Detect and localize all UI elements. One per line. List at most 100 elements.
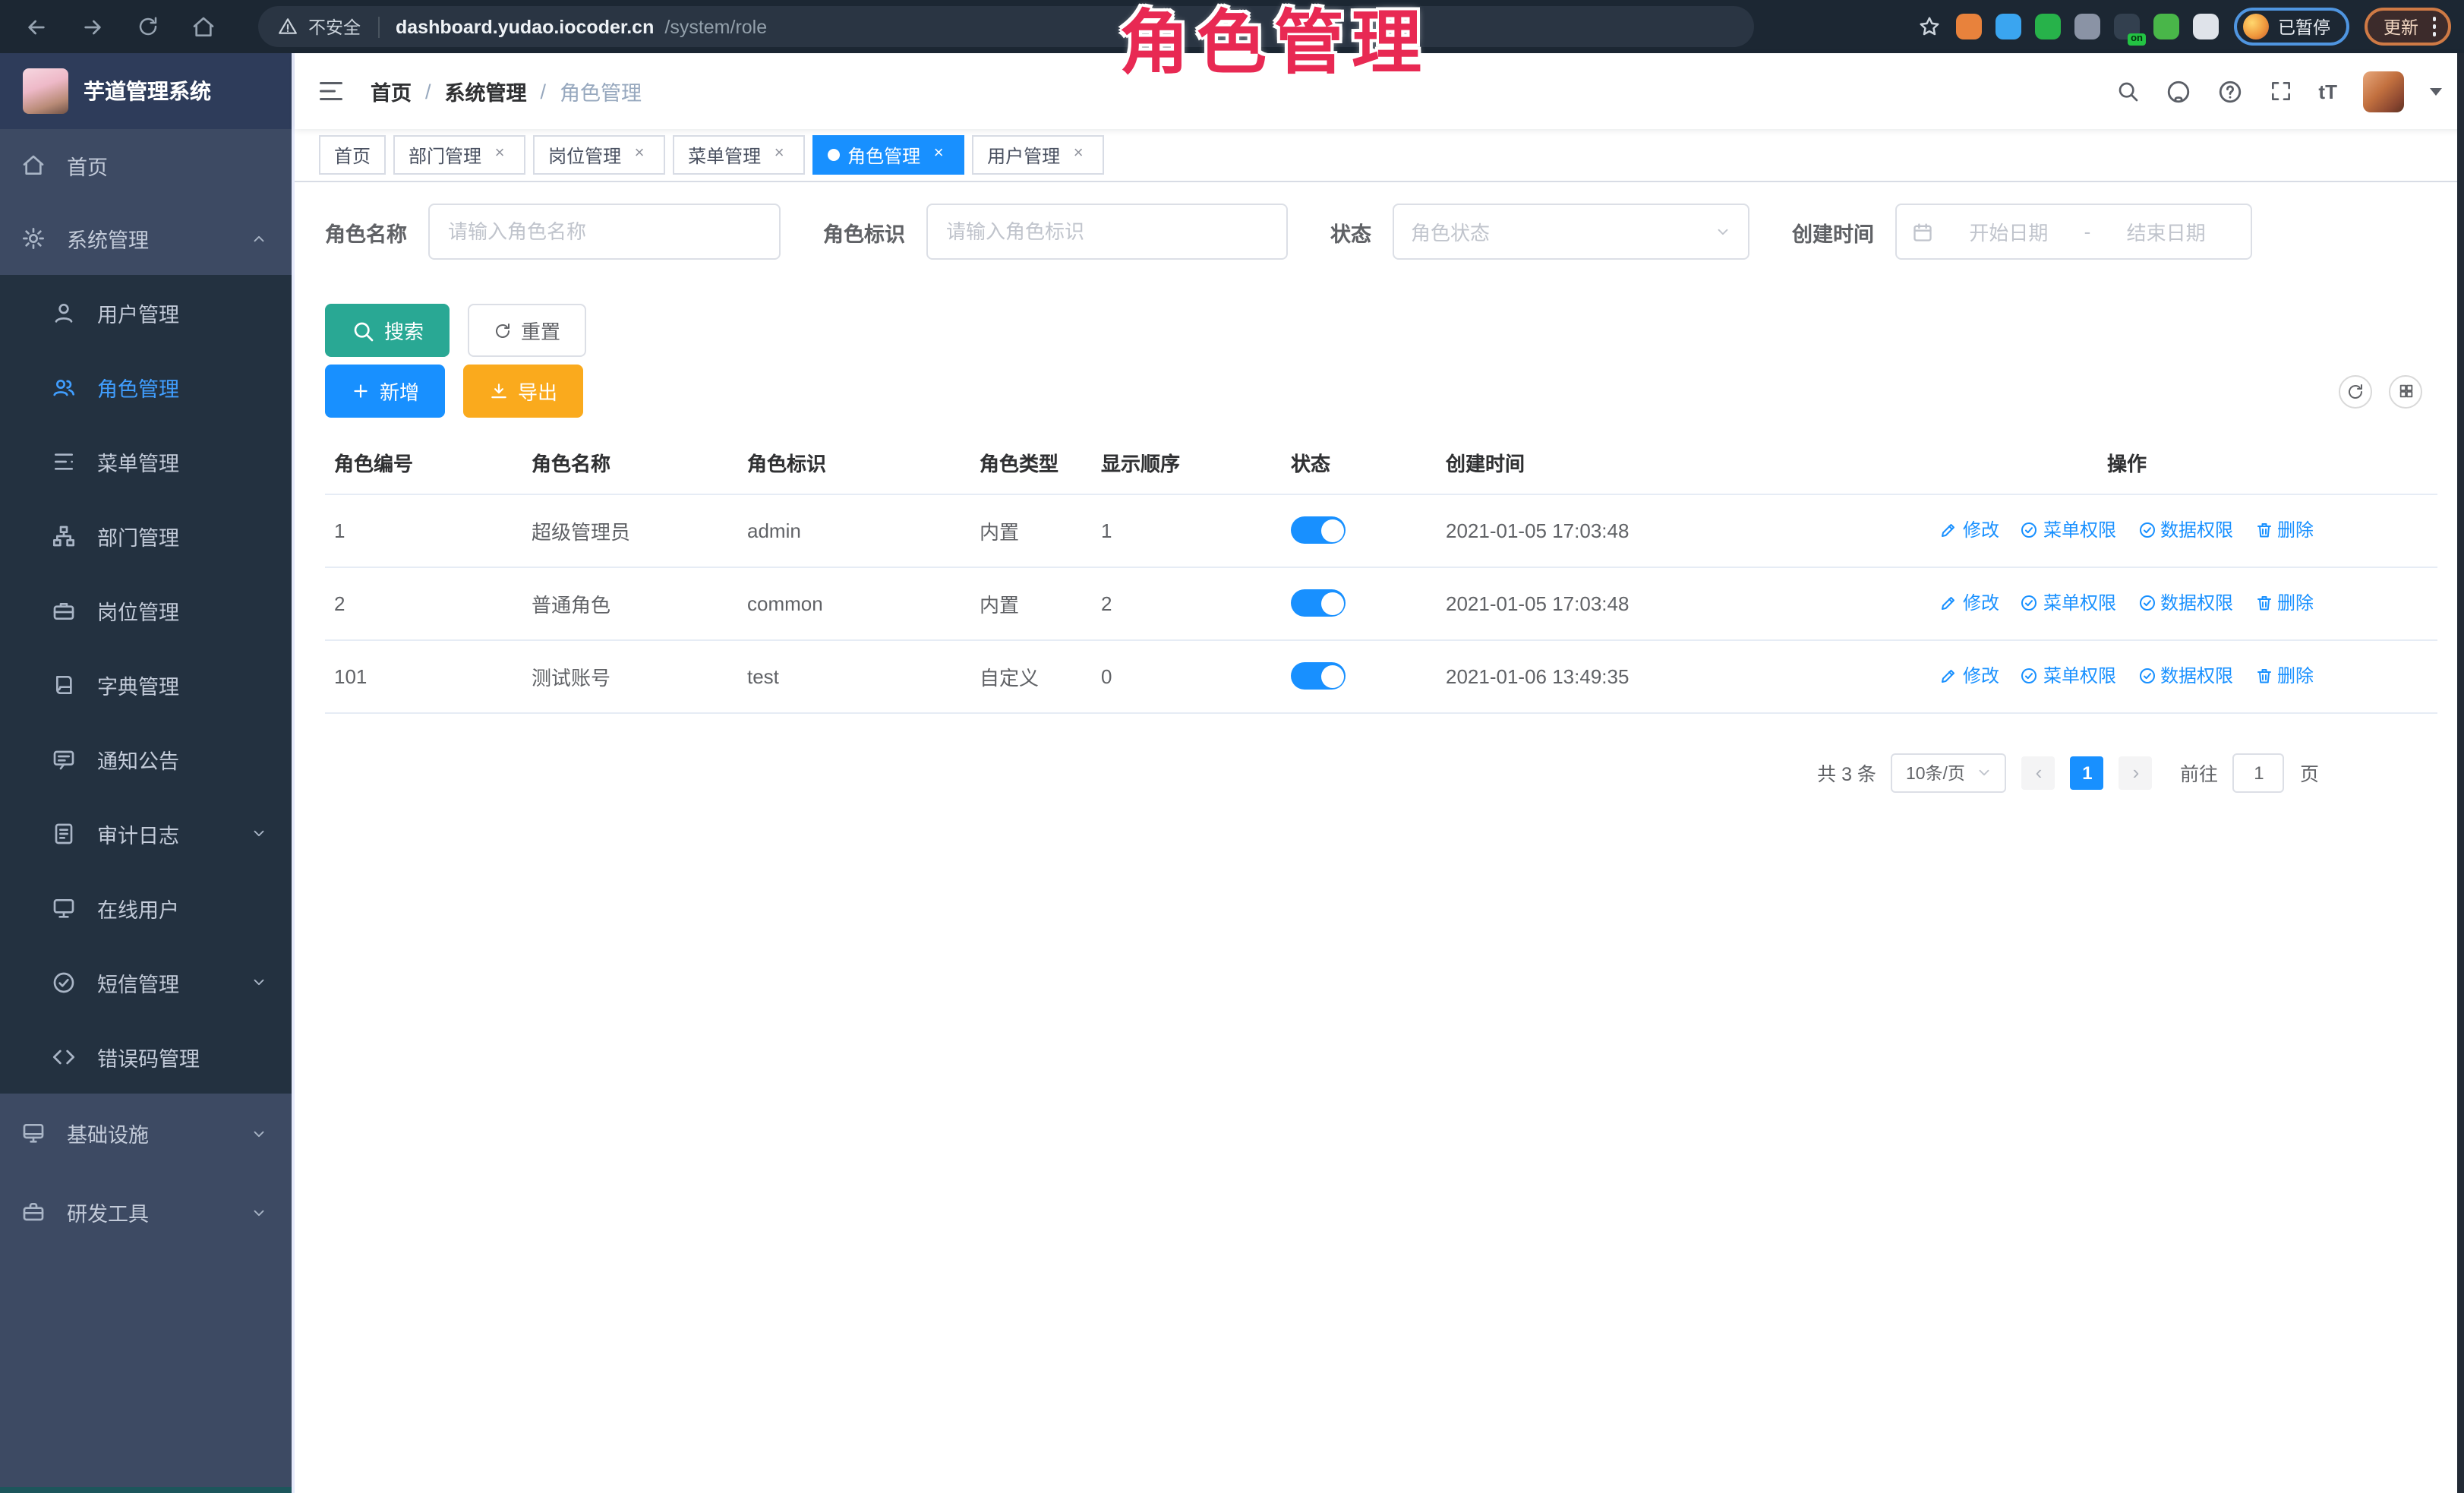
sidebar-item-dept[interactable]: 部门管理 [0, 498, 292, 573]
tab-close-icon[interactable]: × [489, 144, 510, 166]
github-icon[interactable] [2165, 78, 2191, 104]
tab-menu[interactable]: 菜单管理× [673, 135, 805, 175]
sidebar-item-role[interactable]: 角色管理 [0, 349, 292, 424]
sidebar-item-dict[interactable]: 字典管理 [0, 647, 292, 721]
extension-badge: on [2128, 33, 2146, 46]
not-secure-warning-icon [278, 17, 298, 36]
sidebar-item-user[interactable]: 用户管理 [0, 275, 292, 349]
extension-icon[interactable] [2074, 14, 2100, 39]
search-button[interactable]: 搜索 [325, 304, 450, 357]
breadcrumb-system[interactable]: 系统管理 [445, 76, 527, 106]
peoples-icon [52, 374, 76, 399]
tab-role[interactable]: 角色管理× [812, 135, 964, 175]
avatar-caret-icon[interactable] [2430, 87, 2442, 95]
delete-link[interactable]: 删除 [2254, 590, 2314, 616]
tab-home[interactable]: 首页 [319, 135, 386, 175]
tab-close-icon[interactable]: × [629, 144, 650, 166]
download-icon [489, 381, 509, 401]
role-key-input[interactable] [926, 204, 1288, 260]
page-scrollbar[interactable] [2457, 53, 2464, 1493]
sync-paused-chip[interactable]: 已暂停 [2234, 8, 2349, 46]
sidebar-item-post[interactable]: 岗位管理 [0, 573, 292, 647]
tab-post[interactable]: 岗位管理× [533, 135, 665, 175]
sidebar-item-home[interactable]: 首页 [0, 129, 292, 202]
table-refresh-button[interactable] [2339, 374, 2372, 408]
dict-icon [52, 672, 76, 696]
extension-icon[interactable] [1956, 14, 1982, 39]
goto-unit-label: 页 [2300, 758, 2319, 787]
tab-close-icon[interactable]: × [928, 144, 949, 166]
header-search-icon[interactable] [2115, 79, 2139, 103]
sidebar-item-system[interactable]: 系统管理 [0, 202, 292, 275]
cell-actions: 修改菜单权限数据权限删除 [1816, 639, 2437, 712]
breadcrumb-home[interactable]: 首页 [371, 76, 412, 106]
status-toggle[interactable] [1291, 589, 1346, 617]
role-name-input[interactable] [428, 204, 781, 260]
delete-link[interactable]: 删除 [2254, 663, 2314, 689]
app-logo-row[interactable]: 芋道管理系统 [0, 53, 292, 129]
sidebar-item-label: 短信管理 [97, 967, 229, 997]
menu-perm-link[interactable]: 菜单权限 [2021, 663, 2116, 689]
page-1-button[interactable]: 1 [2071, 756, 2104, 789]
forward-icon[interactable] [80, 14, 105, 39]
cell-name: 普通角色 [522, 567, 738, 639]
sidebar-item-notice[interactable]: 通知公告 [0, 721, 292, 796]
column-settings-button[interactable] [2389, 374, 2422, 408]
goto-page-input[interactable] [2233, 753, 2285, 792]
sidebar-item-error-code[interactable]: 错误码管理 [0, 1019, 292, 1094]
tab-dept[interactable]: 部门管理× [393, 135, 525, 175]
font-size-icon[interactable]: ttTT [2318, 80, 2337, 103]
bookmark-star-icon[interactable] [1918, 15, 1941, 38]
browser-update-button[interactable]: 更新 [2364, 8, 2451, 46]
sidebar-item-audit-log[interactable]: 审计日志 [0, 796, 292, 870]
edit-link[interactable]: 修改 [1940, 663, 1999, 689]
monitor-icon [21, 1121, 46, 1145]
sidebar-item-dev-tool[interactable]: 研发工具 [0, 1173, 292, 1252]
data-perm-link[interactable]: 数据权限 [2137, 663, 2233, 689]
fullscreen-icon[interactable] [2268, 79, 2292, 103]
reload-icon[interactable] [137, 15, 159, 38]
sidebar-item-online-user[interactable]: 在线用户 [0, 870, 292, 945]
sidebar-item-sms[interactable]: 短信管理 [0, 945, 292, 1019]
extension-icon[interactable] [1995, 14, 2021, 39]
edit-link[interactable]: 修改 [1940, 517, 1999, 543]
circle-check-icon [2021, 521, 2039, 539]
prev-page-button[interactable]: ‹ [2022, 756, 2055, 789]
extension-icon[interactable] [2153, 14, 2179, 39]
date-range-picker[interactable]: 开始日期 - 结束日期 [1895, 204, 2252, 260]
sidebar-item-infra[interactable]: 基础设施 [0, 1094, 292, 1173]
hamburger-icon[interactable] [317, 77, 345, 105]
tab-user[interactable]: 用户管理× [972, 135, 1104, 175]
cell-key: test [738, 639, 970, 712]
edit-link[interactable]: 修改 [1940, 590, 1999, 616]
export-button[interactable]: 导出 [463, 365, 583, 418]
status-select[interactable]: 角色状态 [1393, 204, 1749, 260]
page-size-select[interactable]: 10条/页 [1891, 753, 2007, 792]
extension-icon[interactable] [2193, 14, 2219, 39]
status-toggle[interactable] [1291, 516, 1346, 544]
data-perm-link[interactable]: 数据权限 [2137, 590, 2233, 616]
extension-icon[interactable] [2035, 14, 2061, 39]
user-avatar[interactable] [2363, 71, 2404, 112]
address-bar[interactable]: 不安全 dashboard.yudao.iocoder.cn/system/ro… [258, 6, 1754, 47]
breadcrumb: 首页 / 系统管理 / 角色管理 [371, 76, 642, 106]
extension-icon[interactable]: on [2114, 14, 2140, 39]
tab-close-icon[interactable]: × [1068, 144, 1089, 166]
browser-home-icon[interactable] [191, 14, 216, 39]
edit-icon [1940, 521, 1958, 539]
reset-button[interactable]: 重置 [468, 304, 586, 357]
menu-perm-link[interactable]: 菜单权限 [2021, 590, 2116, 616]
sidebar-item-menu[interactable]: 菜单管理 [0, 424, 292, 498]
back-icon[interactable] [24, 14, 49, 39]
add-button[interactable]: 新增 [325, 365, 445, 418]
next-page-button[interactable]: › [2119, 756, 2153, 789]
delete-link[interactable]: 删除 [2254, 517, 2314, 543]
data-perm-link[interactable]: 数据权限 [2137, 517, 2233, 543]
help-icon[interactable] [2216, 78, 2242, 104]
tab-close-icon[interactable]: × [768, 144, 790, 166]
status-toggle[interactable] [1291, 662, 1346, 690]
cell-status [1282, 567, 1437, 639]
browser-menu-icon[interactable] [2432, 17, 2436, 36]
menu-perm-link[interactable]: 菜单权限 [2021, 517, 2116, 543]
action-label: 菜单权限 [2043, 517, 2116, 543]
